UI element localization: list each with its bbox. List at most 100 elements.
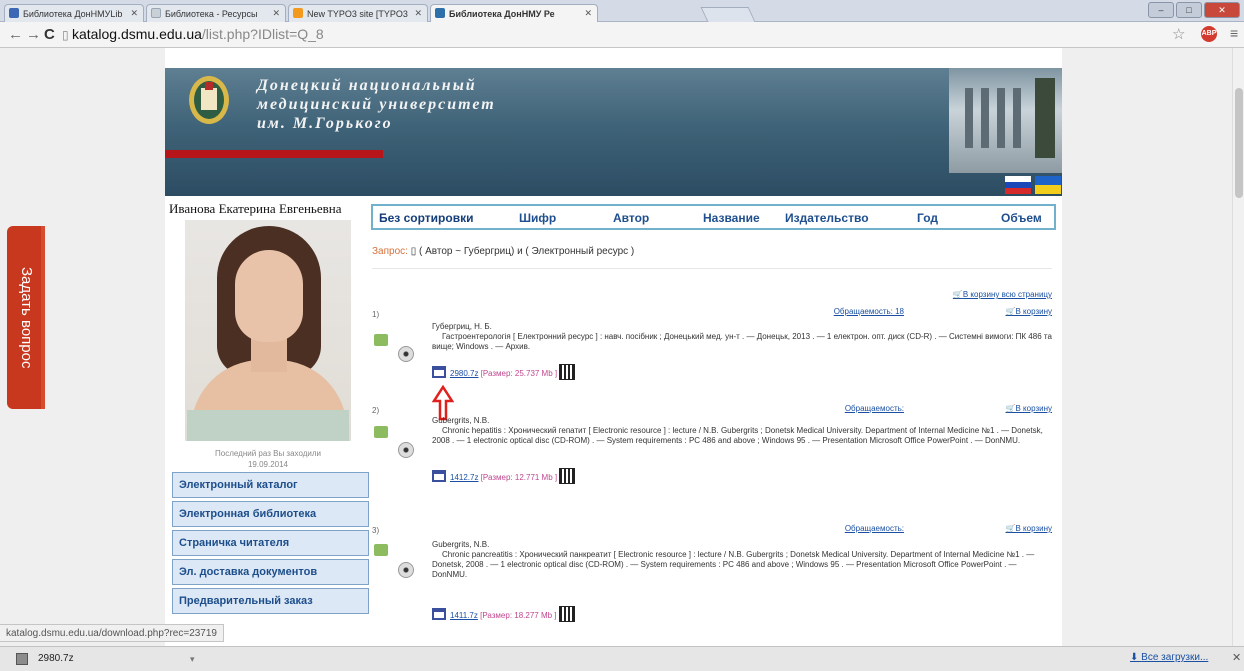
user-name: Иванова Екатерина Евгеньевна xyxy=(169,201,342,216)
user-photo xyxy=(185,220,351,441)
download-item[interactable]: 2980.7z ▾ xyxy=(4,650,200,669)
query-text: ( Автор ~ Губергриц) и ( Электронный рес… xyxy=(418,246,635,257)
sort-author[interactable]: Автор xyxy=(613,211,649,225)
browser-tab-1[interactable]: Библиотека ДонНМУLib ✕ xyxy=(4,4,144,22)
reload-icon[interactable]: C xyxy=(44,26,55,43)
query-label: Запрос: xyxy=(372,246,408,257)
browser-tab-3[interactable]: New TYPO3 site [TYPO3 ✕ xyxy=(288,4,428,22)
tab-close-icon[interactable]: ✕ xyxy=(584,8,592,19)
title-line-3: им. М.Горького xyxy=(257,115,393,132)
download-link[interactable]: 2980.7z xyxy=(450,369,478,378)
address-bar[interactable]: ▯ katalog.dsmu.edu.ua/list.php?IDlist=Q_… xyxy=(62,25,1162,45)
download-arrow-icon: ⬇ xyxy=(1130,652,1142,663)
citation-link[interactable]: Обращаемость: xyxy=(845,524,904,533)
record-author: Gubergrits, N.B. xyxy=(432,540,490,549)
last-visit-label: Последний раз Вы заходили xyxy=(215,449,321,458)
ua-flag-icon[interactable] xyxy=(1035,176,1061,194)
cd-disc-icon xyxy=(398,442,414,458)
save-icon[interactable] xyxy=(432,366,446,378)
site-banner: Донецкий национальный медицинский универ… xyxy=(165,68,1062,196)
menu-item-e-library[interactable]: Электронная библиотека xyxy=(172,501,369,527)
red-stripe xyxy=(165,150,383,158)
qr-code-icon[interactable] xyxy=(559,468,576,484)
all-downloads-label: Все загрузки... xyxy=(1141,652,1209,663)
add-to-cart-link[interactable]: 🛒В корзину xyxy=(1006,307,1052,316)
record-number: 3) xyxy=(372,526,380,535)
tab-close-icon[interactable]: ✕ xyxy=(272,8,280,19)
new-tab-button[interactable] xyxy=(700,7,756,22)
qr-code-icon[interactable] xyxy=(558,606,575,622)
library-icon xyxy=(435,8,445,18)
sort-title[interactable]: Название xyxy=(703,211,760,225)
record-description: Chronic pancreatitis : Хронический панкр… xyxy=(432,550,1035,579)
download-link[interactable]: 1411.7z xyxy=(450,611,478,620)
cart-all-link[interactable]: 🛒В корзину всю страницу xyxy=(953,290,1052,299)
citation-link[interactable]: Обращаемость: xyxy=(845,404,904,413)
tab-label: Библиотека ДонНМУLib xyxy=(23,9,123,19)
record-description: Гастроентерологія [ Електронний ресурс ]… xyxy=(432,332,1052,351)
sort-year[interactable]: Год xyxy=(917,211,938,225)
sort-none[interactable]: Без сортировки xyxy=(379,211,473,225)
browser-tab-4-active[interactable]: Библиотека ДонНМУ Ре ✕ xyxy=(430,4,598,23)
ask-tab-edge xyxy=(41,226,45,409)
minimize-button[interactable]: – xyxy=(1148,2,1174,18)
query-line: Запрос: ▯ ( Автор ~ Губергриц) и ( Элект… xyxy=(372,246,634,257)
record-author: Gubergrits, N.B. xyxy=(432,416,490,425)
adblock-icon[interactable]: ABP xyxy=(1201,26,1217,42)
sort-volume[interactable]: Объем xyxy=(1001,211,1042,225)
citation-link[interactable]: Обращаемость: 18 xyxy=(834,307,904,316)
menu-item-preorder[interactable]: Предварительный заказ xyxy=(172,588,369,614)
add-to-cart-link[interactable]: 🛒В корзину xyxy=(1006,524,1052,533)
record-body: Gubergrits, N.B. Chronic hepatitis : Хро… xyxy=(432,416,1052,446)
menu-item-catalog[interactable]: Электронный каталог xyxy=(172,472,369,498)
cart-label: В корзину xyxy=(1015,404,1052,413)
forward-icon[interactable]: → xyxy=(26,26,41,43)
save-icon[interactable] xyxy=(432,470,446,482)
typo3-icon xyxy=(293,8,303,18)
status-url: katalog.dsmu.edu.ua/download.php?rec=237… xyxy=(0,624,224,642)
chevron-down-icon[interactable]: ▾ xyxy=(190,654,195,665)
ask-question-tab[interactable]: Задать вопрос xyxy=(7,226,45,409)
qr-code-icon[interactable] xyxy=(559,364,576,380)
book-icon xyxy=(374,426,388,438)
menu-icon[interactable]: ≡ xyxy=(1230,25,1238,41)
download-row: 2980.7z [Размер: 25.737 Мb ] xyxy=(432,364,576,380)
tab-close-icon[interactable]: ✕ xyxy=(130,8,138,19)
browser-tab-2[interactable]: Библиотека - Ресурсы ✕ xyxy=(146,4,286,22)
close-window-button[interactable]: ✕ xyxy=(1204,2,1240,18)
last-visit-date: 19.09.2014 xyxy=(247,460,289,469)
menu-item-reader-page[interactable]: Страничка читателя xyxy=(172,530,369,556)
record-number: 1) xyxy=(372,310,380,319)
scrollbar[interactable] xyxy=(1232,48,1244,646)
maximize-button[interactable]: □ xyxy=(1176,2,1202,18)
tab-close-icon[interactable]: ✕ xyxy=(414,8,422,19)
book-icon xyxy=(374,544,388,556)
close-download-bar-icon[interactable]: ✕ xyxy=(1232,651,1241,664)
divider xyxy=(372,268,1052,269)
bookmark-star-icon[interactable]: ☆ xyxy=(1172,25,1185,43)
tab-label: New TYPO3 site [TYPO3 xyxy=(307,9,408,19)
save-icon[interactable] xyxy=(432,608,446,620)
university-title: Донецкий национальный медицинский универ… xyxy=(257,76,496,133)
all-downloads-link[interactable]: ⬇ Все загрузки... xyxy=(1130,652,1208,663)
cart-icon: 🛒 xyxy=(1005,307,1016,316)
back-icon[interactable]: ← xyxy=(8,26,23,43)
bookmark-icon: ▯ xyxy=(410,246,419,257)
download-link[interactable]: 1412.7z xyxy=(450,473,478,482)
sort-bar: Без сортировки Шифр Автор Название Издат… xyxy=(371,204,1056,230)
record-author: Губергриц, Н. Б. xyxy=(432,322,492,331)
file-size: [Размер: 25.737 Мb ] xyxy=(480,369,558,378)
scrollbar-thumb[interactable] xyxy=(1235,88,1243,198)
add-to-cart-link[interactable]: 🛒В корзину xyxy=(1006,404,1052,413)
ru-flag-icon[interactable] xyxy=(1005,176,1031,194)
record-description: Chronic hepatitis : Хронический гепатит … xyxy=(432,426,1043,445)
university-building-image xyxy=(949,68,1062,173)
sort-code[interactable]: Шифр xyxy=(519,211,556,225)
tab-label: Библиотека - Ресурсы xyxy=(165,9,258,19)
download-bar: 2980.7z ▾ ⬇ Все загрузки... ✕ xyxy=(0,646,1244,671)
sort-publisher[interactable]: Издательство xyxy=(785,211,869,225)
title-line-1: Донецкий национальный xyxy=(257,77,477,94)
menu-item-document-delivery[interactable]: Эл. доставка документов xyxy=(172,559,369,585)
record-number: 2) xyxy=(372,406,380,415)
download-row: 1411.7z [Размер: 18.277 Мb ] xyxy=(432,606,575,622)
